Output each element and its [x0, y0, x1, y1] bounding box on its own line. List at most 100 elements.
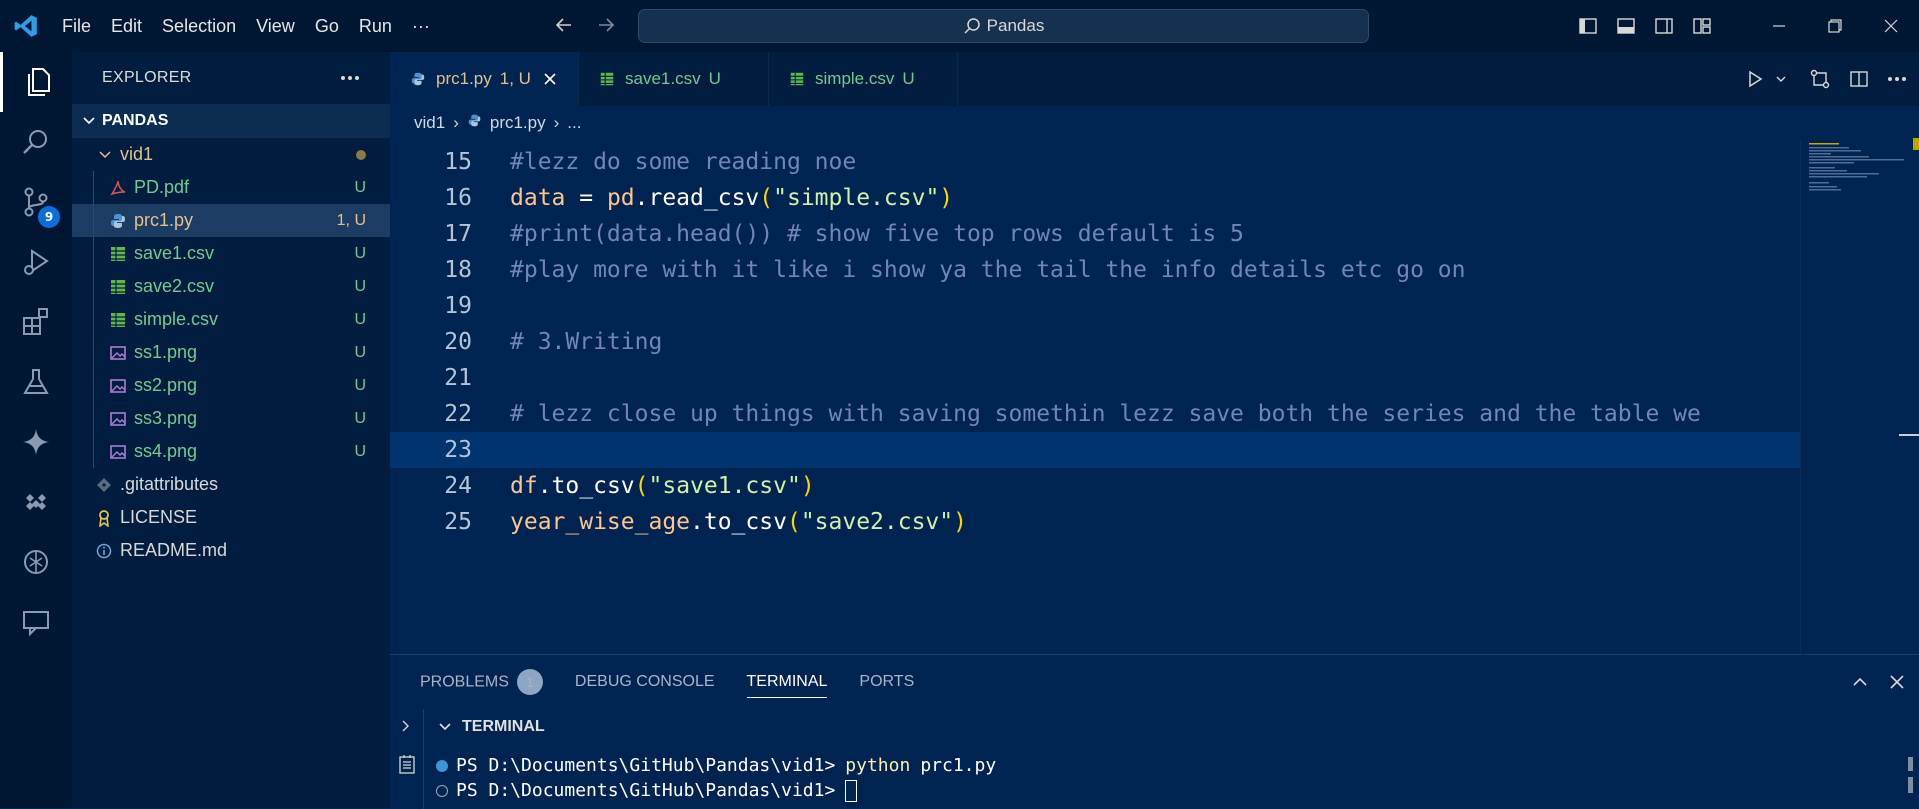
restore-icon[interactable] — [1807, 0, 1863, 52]
breadcrumb-file[interactable]: prc1.py — [490, 113, 546, 133]
copilot-sparkle-icon[interactable] — [0, 412, 72, 472]
file-simple-csv[interactable]: simple.csv U — [72, 303, 390, 336]
search-activity-icon[interactable] — [0, 112, 72, 172]
breadcrumb-more[interactable]: ... — [567, 113, 581, 133]
code-line: 21 — [390, 360, 1800, 396]
code-line: 16 data = pd.read_csv("simple.csv") — [390, 180, 1800, 216]
code-variable: year_wise_age — [510, 509, 691, 535]
chat-panel-icon[interactable] — [0, 592, 72, 652]
terminal-command-arg: prc1.py — [920, 755, 997, 776]
search-icon — [964, 18, 980, 34]
workspace-section[interactable]: PANDAS — [72, 104, 390, 138]
file-save2-csv[interactable]: save2.csv U — [72, 270, 390, 303]
terminal-header[interactable]: TERMINAL — [424, 709, 1919, 745]
file-license[interactable]: LICENSE — [72, 501, 390, 534]
chevron-down-icon[interactable] — [1775, 73, 1787, 85]
folder-vid1[interactable]: vid1 — [72, 138, 390, 171]
chevron-right-icon[interactable] — [399, 719, 413, 733]
testing-icon[interactable] — [0, 352, 72, 412]
toggle-secondary-sidebar-icon[interactable] — [1645, 0, 1683, 52]
customize-layout-icon[interactable] — [1683, 0, 1721, 52]
menu-view[interactable]: View — [246, 16, 305, 37]
code-line: 24 df.to_csv("save1.csv") — [390, 468, 1800, 504]
terminal-prompt: PS D:\Documents\GitHub\Pandas\vid1> — [456, 780, 836, 801]
tab-label: simple.csv — [815, 69, 895, 88]
code-comment: # 3.Writing — [510, 329, 663, 355]
file-ss1-png[interactable]: ss1.png U — [72, 336, 390, 369]
terminal-output[interactable]: PS D:\Documents\GitHub\Pandas\vid1> pyth… — [436, 753, 996, 803]
code-comment: #print(data.head()) # show five top rows… — [510, 221, 1244, 247]
code-paren: ( — [634, 473, 649, 499]
terminal-cursor — [845, 779, 858, 802]
scroll-thumb[interactable] — [1899, 434, 1919, 436]
toggle-primary-sidebar-icon[interactable] — [1569, 0, 1607, 52]
file-ss3-png[interactable]: ss3.png U — [72, 402, 390, 435]
vscode-logo-icon — [0, 0, 52, 52]
menu-go[interactable]: Go — [305, 16, 349, 37]
close-tab-icon[interactable] — [543, 72, 557, 86]
tab-problems[interactable]: PROBLEMS 1 — [420, 669, 543, 695]
menu-run[interactable]: Run — [349, 16, 402, 37]
forward-arrow-icon[interactable] — [595, 14, 617, 36]
code-paren: ) — [800, 473, 815, 499]
file-gitattributes[interactable]: .gitattributes — [72, 468, 390, 501]
tab-save1-csv[interactable]: save1.csv U — [579, 52, 769, 106]
minimap[interactable] — [1800, 140, 1919, 654]
run-debug-icon[interactable] — [0, 232, 72, 292]
menu-more[interactable]: ··· — [402, 16, 440, 37]
chatgpt-icon[interactable] — [0, 532, 72, 592]
tab-debug-console[interactable]: DEBUG CONSOLE — [575, 673, 715, 691]
terminal-scrollbar[interactable] — [1908, 753, 1913, 795]
source-control-icon[interactable]: 9 — [0, 172, 72, 232]
close-panel-icon[interactable] — [1889, 674, 1905, 690]
file-ss4-png[interactable]: ss4.png U — [72, 435, 390, 468]
command-center-search[interactable]: Pandas — [638, 9, 1369, 43]
close-window-icon[interactable] — [1863, 0, 1919, 52]
toggle-panel-icon[interactable] — [1607, 0, 1645, 52]
run-python-file-icon[interactable] — [1745, 69, 1765, 89]
maximize-panel-icon[interactable] — [1851, 673, 1869, 691]
explorer-icon[interactable] — [0, 52, 72, 112]
tab-prc1-py[interactable]: prc1.py 1, U — [390, 52, 579, 106]
open-changes-icon[interactable] — [1809, 68, 1831, 90]
code-string: "simple.csv" — [773, 185, 940, 211]
tab-simple-csv[interactable]: simple.csv U — [769, 52, 958, 106]
tab-ports[interactable]: PORTS — [859, 673, 914, 691]
python-icon — [108, 211, 128, 231]
menu-edit[interactable]: Edit — [101, 16, 152, 37]
code-call: .to_csv — [537, 473, 635, 499]
file-pd-pdf[interactable]: PD.pdf U — [72, 171, 390, 204]
command-success-dot-icon — [436, 759, 448, 772]
menu-selection[interactable]: Selection — [152, 16, 246, 37]
minimize-icon[interactable] — [1751, 0, 1807, 52]
file-prc1-py[interactable]: prc1.py 1, U — [72, 204, 390, 237]
more-actions-icon[interactable] — [340, 75, 360, 81]
more-actions-icon[interactable] — [1887, 76, 1907, 82]
file-name: simple.csv — [134, 309, 219, 329]
file-status: U — [354, 343, 366, 361]
split-editor-icon[interactable] — [1849, 69, 1869, 89]
title-bar: File Edit Selection View Go Run ··· Pand… — [0, 0, 1919, 52]
code-line: 20 # 3.Writing — [390, 324, 1800, 360]
file-readme-md[interactable]: README.md — [72, 534, 390, 567]
tab-terminal[interactable]: TERMINAL — [746, 673, 828, 698]
code-editor[interactable]: 15 #lezz do some reading noe 16 data = p… — [390, 144, 1800, 654]
source-control-badge: 9 — [38, 206, 60, 228]
python-icon — [410, 71, 426, 87]
terminal-list-icon[interactable] — [397, 753, 417, 775]
file-ss2-png[interactable]: ss2.png U — [72, 369, 390, 402]
file-save1-csv[interactable]: save1.csv U — [72, 237, 390, 270]
terminal-command: python — [845, 755, 911, 776]
breadcrumb-folder[interactable]: vid1 — [414, 113, 445, 133]
editor-tabs: prc1.py 1, U save1.csv U simple.csv U — [390, 52, 1919, 106]
search-text: Pandas — [986, 16, 1045, 35]
menu-file[interactable]: File — [52, 16, 101, 37]
extensions-icon[interactable] — [0, 292, 72, 352]
back-arrow-icon[interactable] — [553, 14, 575, 36]
image-icon — [108, 376, 128, 396]
remote-explorer-icon[interactable] — [0, 472, 72, 532]
explorer-header: EXPLORER — [72, 52, 390, 104]
code-paren: ( — [759, 185, 774, 211]
code-text: year_wise_age.to_csv("save2.csv") — [510, 509, 967, 535]
file-name: PD.pdf — [134, 177, 190, 197]
